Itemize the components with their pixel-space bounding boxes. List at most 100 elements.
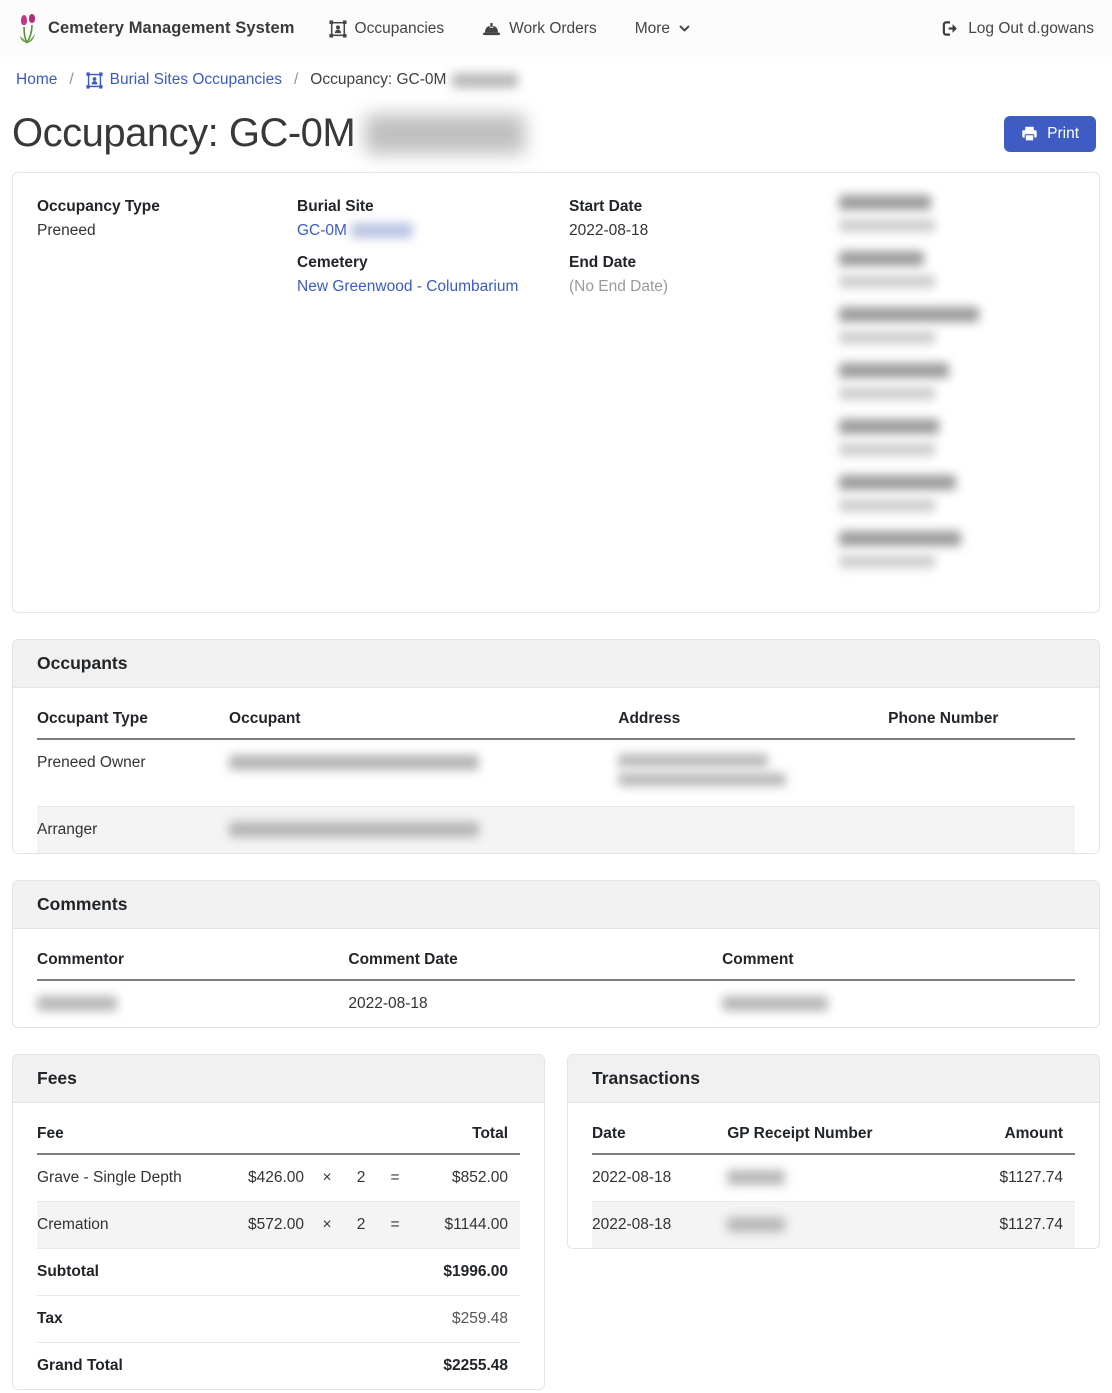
fee-times-cell: × [316, 1154, 350, 1202]
nav-work-orders[interactable]: Work Orders [482, 20, 597, 38]
chevron-down-icon [678, 22, 691, 35]
main-content: Occupancy Type Preneed Burial Site GC-0M… [0, 172, 1112, 1390]
gp-receipt-cell [727, 1202, 949, 1249]
redacted-label [839, 419, 939, 434]
occupancy-type-value: Preneed [37, 219, 297, 243]
redacted-text [452, 73, 518, 88]
top-navbar: Cemetery Management System Occupancies [0, 0, 1112, 57]
redacted-text [365, 114, 525, 154]
nav-more[interactable]: More [635, 20, 691, 38]
nav-occupancies[interactable]: Occupancies [329, 20, 445, 38]
fees-header-row: Fee Total [37, 1109, 520, 1154]
burial-site-value: GC-0M [297, 219, 569, 243]
redacted-field [839, 419, 1075, 456]
redacted-label [839, 475, 956, 490]
fee-eq-cell: = [384, 1202, 418, 1249]
col-comment-date: Comment Date [348, 935, 722, 980]
print-button[interactable]: Print [1004, 116, 1096, 152]
breadcrumb-home[interactable]: Home [16, 71, 57, 89]
redacted-value [839, 331, 935, 344]
fee-total-cell: $852.00 [418, 1154, 520, 1202]
start-date-field: Start Date 2022-08-18 [569, 195, 839, 243]
fee-total-cell: $1144.00 [418, 1202, 520, 1249]
burial-site-field: Burial Site GC-0M [297, 195, 569, 243]
subtotal-label: Subtotal [37, 1249, 224, 1296]
col-occupant-type: Occupant Type [37, 694, 229, 739]
fee-unit-cell: $426.00 [224, 1154, 316, 1202]
occupant-phone-cell [888, 739, 1075, 807]
redacted-text [229, 822, 479, 837]
redacted-label [839, 195, 931, 210]
comments-title: Comments [13, 881, 1099, 929]
transaction-amount-cell: $1127.74 [949, 1154, 1075, 1202]
headstone-icon [86, 72, 103, 89]
page-title-text: Occupancy: GC-0M [12, 111, 355, 156]
transaction-date-cell: 2022-08-18 [592, 1202, 727, 1249]
cemetery-value: New Greenwood - Columbarium [297, 275, 569, 299]
redacted-field [839, 363, 1075, 400]
redacted-label [839, 363, 949, 378]
burial-site-label: Burial Site [297, 195, 569, 219]
redacted-text [37, 996, 117, 1011]
transactions-body: Date GP Receipt Number Amount 2022-08-18… [568, 1103, 1099, 1248]
breadcrumb-separator: / [67, 71, 75, 89]
subtotal-value: $1996.00 [224, 1249, 520, 1296]
transactions-title: Transactions [568, 1055, 1099, 1103]
redacted-text [727, 1170, 785, 1185]
occupant-address-cell [618, 807, 888, 854]
comments-header-row: Commentor Comment Date Comment [37, 935, 1075, 980]
redacted-text [618, 754, 768, 767]
app-brand[interactable]: Cemetery Management System [16, 14, 295, 44]
occupancy-details-card: Occupancy Type Preneed Burial Site GC-0M… [12, 172, 1100, 613]
grand-total-row: Grand Total $2255.48 [37, 1343, 520, 1390]
end-date-value: (No End Date) [569, 275, 839, 299]
col-amount: Amount [949, 1109, 1075, 1154]
fee-unit-cell: $572.00 [224, 1202, 316, 1249]
col-occupant: Occupant [229, 694, 618, 739]
logout-link[interactable]: Log Out d.gowans [941, 20, 1096, 38]
end-date-label: End Date [569, 251, 839, 275]
tax-label: Tax [37, 1296, 224, 1343]
col-comment: Comment [722, 935, 1075, 980]
headstone-icon [329, 20, 347, 38]
occupancy-type-field: Occupancy Type Preneed [37, 195, 297, 243]
redacted-label [839, 251, 924, 266]
redacted-value [839, 555, 935, 568]
col-address: Address [618, 694, 888, 739]
start-date-value: 2022-08-18 [569, 219, 839, 243]
fee-qty-cell: 2 [350, 1154, 384, 1202]
occupants-table: Occupant Type Occupant Address Phone Num… [37, 694, 1075, 853]
comment-cell [722, 980, 1075, 1027]
redacted-label [839, 307, 979, 322]
details-column-2: Burial Site GC-0M Cemetery New Greenwood… [297, 195, 569, 587]
occupant-name-cell [229, 739, 618, 807]
details-column-1: Occupancy Type Preneed [37, 195, 297, 587]
fees-table: Fee Total Grave - Single Depth $426.00 ×… [37, 1109, 520, 1389]
occupant-type-cell: Arranger [37, 807, 229, 854]
breadcrumb-separator: / [292, 71, 300, 89]
commentor-cell [37, 980, 348, 1027]
redacted-field [839, 195, 1075, 232]
breadcrumb-occupancies-label: Burial Sites Occupancies [110, 71, 282, 89]
table-row: Grave - Single Depth $426.00 × 2 = $852.… [37, 1154, 520, 1202]
start-date-label: Start Date [569, 195, 839, 219]
redacted-label [839, 531, 961, 546]
subtotal-row: Subtotal $1996.00 [37, 1249, 520, 1296]
breadcrumb-current: Occupancy: GC-0M [310, 71, 518, 89]
end-date-field: End Date (No End Date) [569, 251, 839, 299]
occupants-header-row: Occupant Type Occupant Address Phone Num… [37, 694, 1075, 739]
burial-site-link[interactable]: GC-0M [297, 222, 347, 239]
fee-times-cell: × [316, 1202, 350, 1249]
table-row: Cremation $572.00 × 2 = $1144.00 [37, 1202, 520, 1249]
fee-name-cell: Grave - Single Depth [37, 1154, 224, 1202]
cemetery-link[interactable]: New Greenwood - Columbarium [297, 278, 518, 295]
redacted-field [839, 307, 1075, 344]
col-date: Date [592, 1109, 727, 1154]
occupant-name-cell [229, 807, 618, 854]
col-phone-number: Phone Number [888, 694, 1075, 739]
breadcrumb: Home / Burial Sites Occupancies / Occupa… [0, 57, 1112, 101]
sign-out-icon [941, 20, 959, 37]
breadcrumb-occupancies[interactable]: Burial Sites Occupancies [86, 71, 282, 89]
redacted-value [839, 387, 935, 400]
occupants-title: Occupants [13, 640, 1099, 688]
